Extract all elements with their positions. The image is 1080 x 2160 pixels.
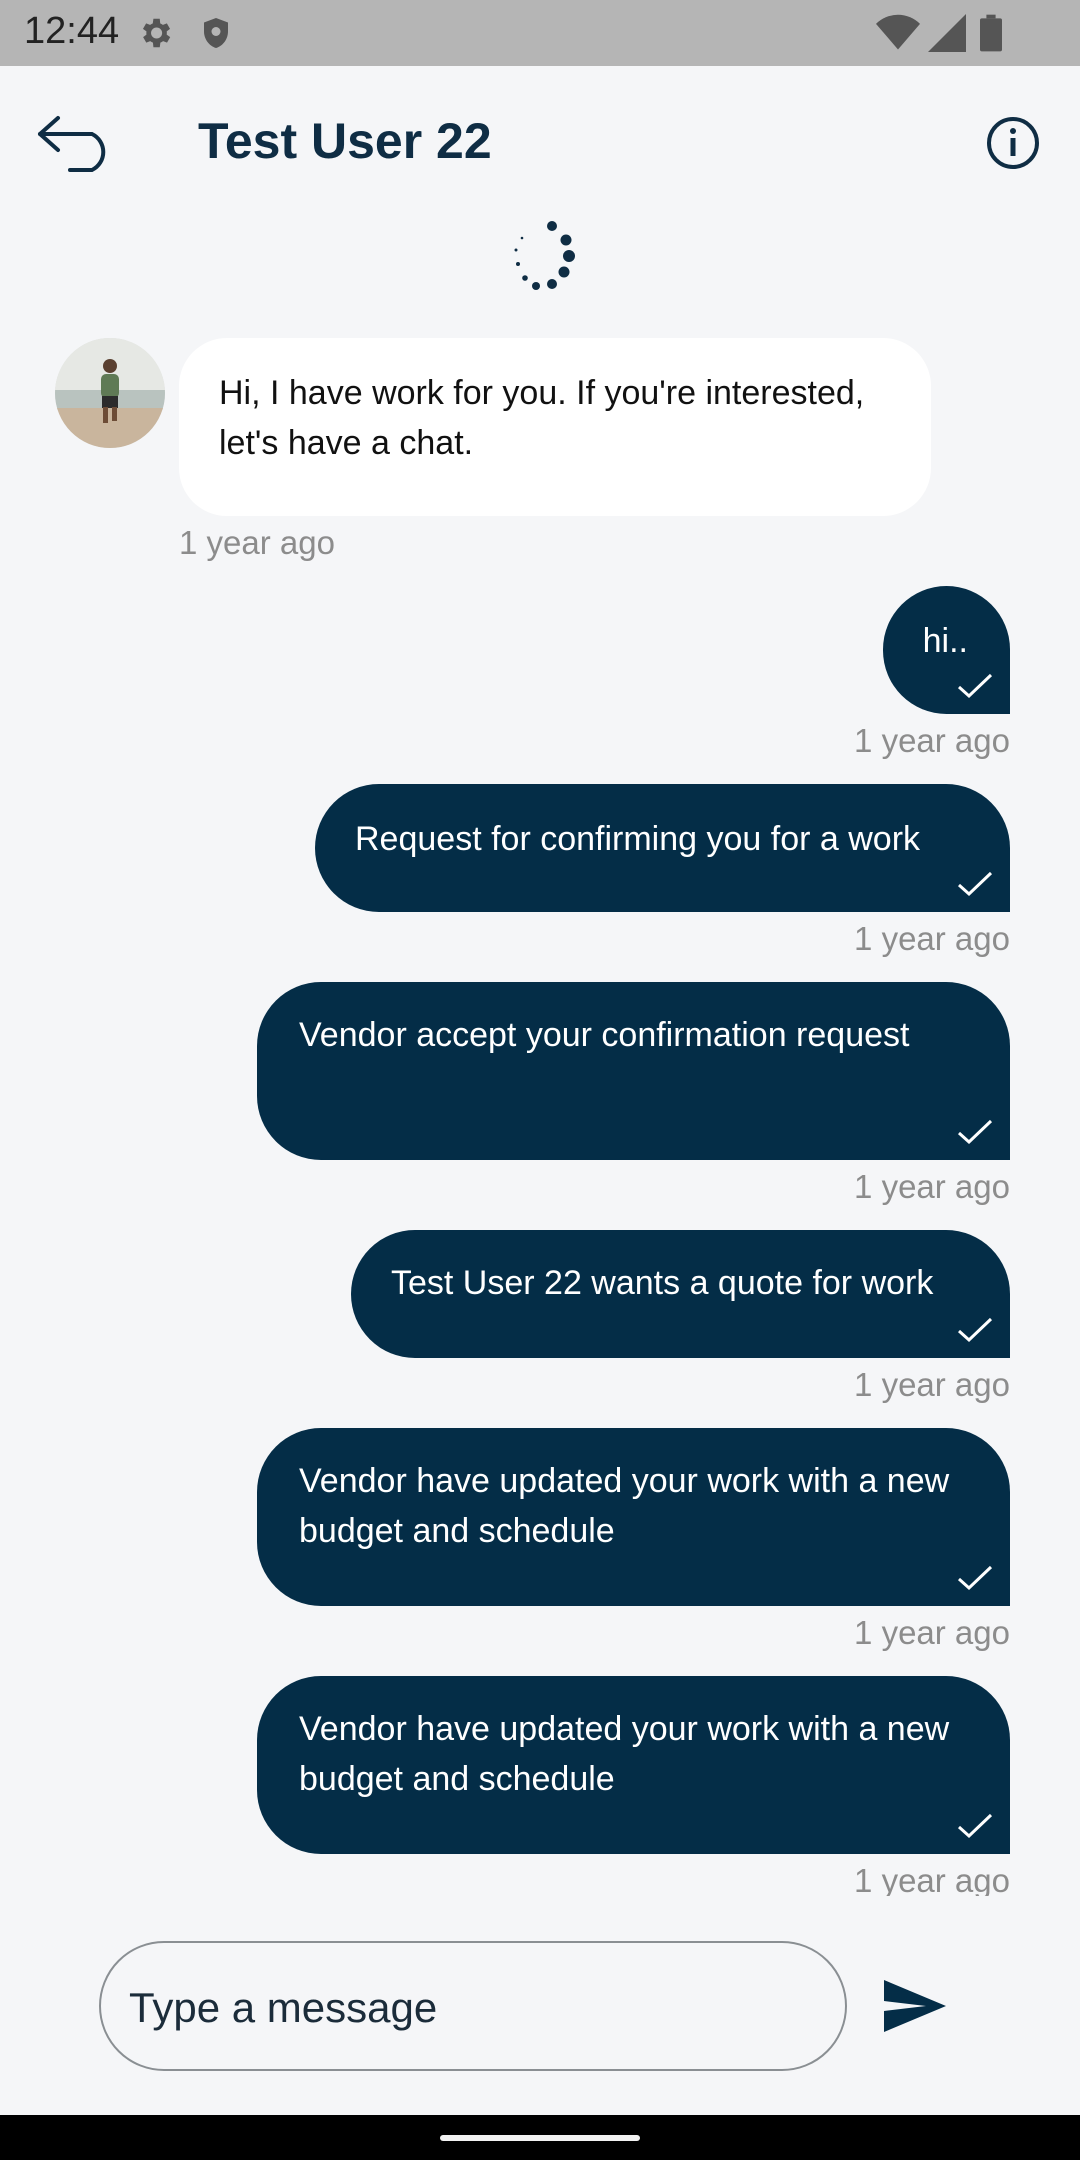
message-text: hi.. (922, 622, 968, 660)
message-text: Test User 22 wants a quote for work (391, 1264, 934, 1302)
message-timestamp: 1 year ago (854, 722, 1010, 759)
message-timestamp: 1 year ago (854, 1862, 1010, 1896)
message-timestamp: 1 year ago (179, 524, 335, 561)
wifi-icon (876, 14, 920, 50)
loading-spinner (514, 221, 575, 290)
chat-header: Test User 22 (0, 66, 1080, 216)
status-bar: 12:44 (0, 0, 1080, 66)
message-timestamp: 1 year ago (854, 1168, 1010, 1205)
message-input-container (99, 1941, 847, 2071)
page-title: Test User 22 (198, 113, 492, 169)
check-icon (957, 1119, 993, 1145)
message-text: Vendor have updated your work with a new… (299, 1462, 950, 1550)
message-text: Request for confirming you for a work (355, 820, 921, 858)
message-input[interactable] (127, 1969, 811, 2047)
message-text: Vendor have updated your work with a new… (299, 1710, 950, 1798)
status-time: 12:44 (24, 10, 120, 52)
message-text: Vendor accept your confirmation request (299, 1016, 910, 1054)
message-timestamp: 1 year ago (854, 1614, 1010, 1651)
message-timestamp: 1 year ago (854, 920, 1010, 957)
info-icon[interactable] (986, 116, 1040, 170)
home-indicator[interactable] (440, 2135, 640, 2141)
outgoing-message: hi.. (882, 586, 1010, 714)
avatar[interactable] (55, 338, 165, 448)
shield-icon (204, 18, 228, 48)
outgoing-message: Vendor have updated your work with a new… (257, 1676, 1010, 1854)
settings-icon (142, 18, 171, 48)
check-icon (957, 1813, 993, 1839)
outgoing-message: Test User 22 wants a quote for work (351, 1230, 1010, 1358)
signal-icon (928, 14, 966, 52)
back-arrow-icon[interactable] (36, 112, 120, 172)
outgoing-message: Request for confirming you for a work (315, 784, 1010, 912)
check-icon (957, 673, 993, 699)
system-nav-bar (0, 2115, 1080, 2160)
outgoing-message: Vendor have updated your work with a new… (257, 1428, 1010, 1606)
avatar-image (55, 338, 165, 448)
check-icon (957, 1317, 993, 1343)
incoming-message: Hi, I have work for you. If you're inter… (179, 338, 931, 516)
check-icon (957, 1565, 993, 1591)
message-text: Hi, I have work for you. If you're inter… (219, 374, 865, 462)
battery-icon (980, 14, 1002, 52)
message-timestamp: 1 year ago (854, 1366, 1010, 1403)
outgoing-message: Vendor accept your confirmation request (257, 982, 1010, 1160)
send-icon[interactable] (882, 1978, 948, 2034)
check-icon (957, 871, 993, 897)
